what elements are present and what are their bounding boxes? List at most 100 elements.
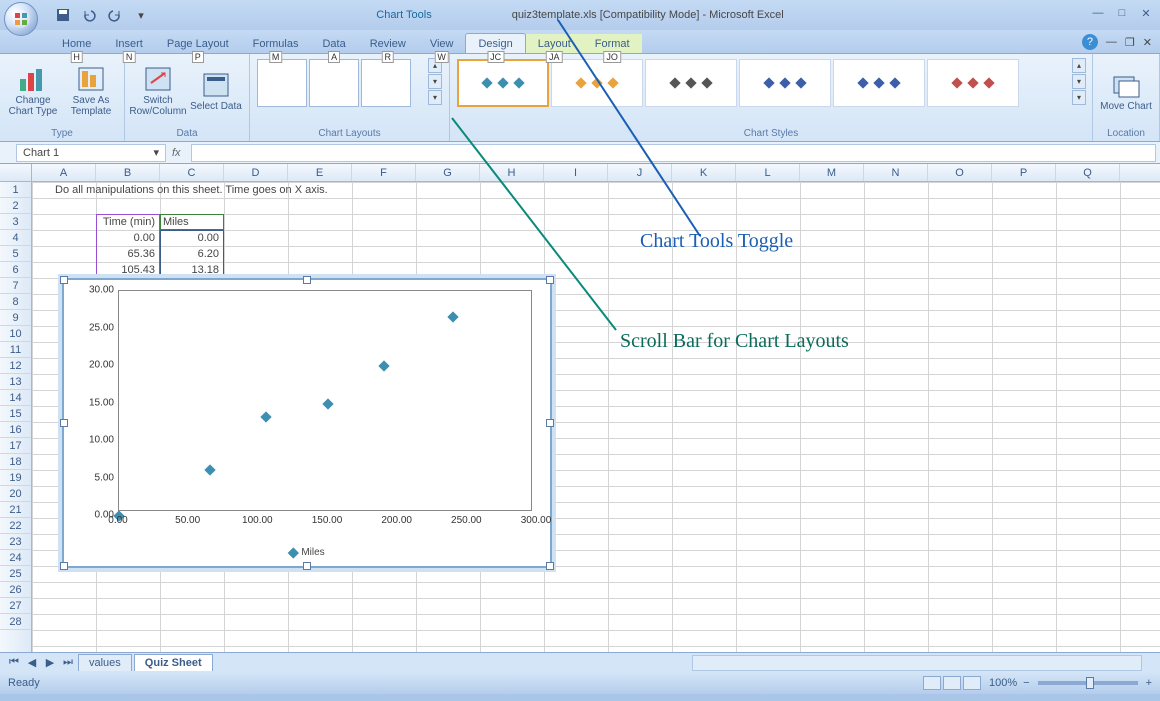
cell-c3[interactable]: Miles [160, 214, 222, 230]
tab-review[interactable]: ReviewR [358, 34, 418, 53]
rowhdr-5[interactable]: 5 [0, 246, 31, 262]
help-icon[interactable]: ? [1082, 34, 1098, 50]
cells-area[interactable]: Do all manipulations on this sheet. Time… [32, 182, 1160, 652]
chevron-down-icon[interactable]: ▾ [153, 146, 159, 159]
data-point[interactable] [204, 464, 215, 475]
select-all-button[interactable] [0, 164, 32, 181]
rowhdr-25[interactable]: 25 [0, 566, 31, 582]
colhdr-K[interactable]: K [672, 164, 736, 181]
chart-style-1[interactable] [457, 59, 549, 107]
workbook-restore-button[interactable]: ❐ [1125, 36, 1135, 49]
rowhdr-13[interactable]: 13 [0, 374, 31, 390]
styles-scroll-down-icon[interactable]: ▾ [1072, 74, 1086, 89]
rowhdr-14[interactable]: 14 [0, 390, 31, 406]
data-point[interactable] [378, 360, 389, 371]
rowhdr-28[interactable]: 28 [0, 614, 31, 630]
colhdr-M[interactable]: M [800, 164, 864, 181]
styles-scroll-up-icon[interactable]: ▴ [1072, 58, 1086, 73]
zoom-out-button[interactable]: − [1023, 677, 1029, 689]
chart-style-5[interactable] [833, 59, 925, 107]
rowhdr-19[interactable]: 19 [0, 470, 31, 486]
rowhdr-21[interactable]: 21 [0, 502, 31, 518]
tab-format[interactable]: FormatJO [583, 34, 642, 53]
sheet-nav-next-icon[interactable]: ▶ [42, 655, 58, 671]
name-box[interactable]: Chart 1▾ [16, 144, 166, 162]
data-point[interactable] [260, 411, 271, 422]
colhdr-O[interactable]: O [928, 164, 992, 181]
tab-view[interactable]: ViewW [418, 34, 466, 53]
colhdr-F[interactable]: F [352, 164, 416, 181]
view-normal-button[interactable] [923, 676, 941, 690]
data-point[interactable] [322, 398, 333, 409]
colhdr-J[interactable]: J [608, 164, 672, 181]
cell-b6[interactable]: 105.43 [96, 262, 158, 278]
tab-page-layout[interactable]: Page LayoutP [155, 34, 241, 53]
colhdr-P[interactable]: P [992, 164, 1056, 181]
scroll-down-icon[interactable]: ▾ [428, 74, 442, 89]
change-chart-type-button[interactable]: Change Chart Type [6, 58, 60, 124]
select-data-button[interactable]: Select Data [189, 58, 243, 124]
zoom-level[interactable]: 100% [989, 677, 1017, 689]
rowhdr-11[interactable]: 11 [0, 342, 31, 358]
styles-scroll-more-icon[interactable]: ▾ [1072, 90, 1086, 105]
cell-b5[interactable]: 65.36 [96, 246, 158, 262]
cell-b4[interactable]: 0.00 [96, 230, 158, 246]
office-button[interactable] [4, 2, 38, 36]
colhdr-C[interactable]: C [160, 164, 224, 181]
rowhdr-17[interactable]: 17 [0, 438, 31, 454]
colhdr-L[interactable]: L [736, 164, 800, 181]
colhdr-A[interactable]: A [32, 164, 96, 181]
colhdr-B[interactable]: B [96, 164, 160, 181]
move-chart-button[interactable]: Move Chart [1099, 58, 1153, 124]
rowhdr-9[interactable]: 9 [0, 310, 31, 326]
save-icon[interactable] [52, 4, 74, 26]
rowhdr-6[interactable]: 6 [0, 262, 31, 278]
redo-icon[interactable] [104, 4, 126, 26]
tab-design[interactable]: DesignJC [465, 33, 525, 53]
rowhdr-20[interactable]: 20 [0, 486, 31, 502]
formula-input[interactable] [191, 144, 1156, 162]
chart-style-2[interactable] [551, 59, 643, 107]
rowhdr-18[interactable]: 18 [0, 454, 31, 470]
cell-a1[interactable]: Do all manipulations on this sheet. Time… [52, 182, 452, 198]
cell-c6[interactable]: 13.18 [160, 262, 222, 278]
rowhdr-10[interactable]: 10 [0, 326, 31, 342]
save-as-template-button[interactable]: Save As Template [64, 58, 118, 124]
undo-icon[interactable] [78, 4, 100, 26]
rowhdr-16[interactable]: 16 [0, 422, 31, 438]
colhdr-D[interactable]: D [224, 164, 288, 181]
sheet-nav-first-icon[interactable]: ⏮ [6, 655, 22, 671]
plot-area[interactable] [118, 290, 532, 511]
rowhdr-22[interactable]: 22 [0, 518, 31, 534]
rowhdr-27[interactable]: 27 [0, 598, 31, 614]
tab-home[interactable]: HomeH [50, 34, 103, 53]
chart-layout-2[interactable] [309, 59, 359, 107]
chart-styles-scrollbar[interactable]: ▴ ▾ ▾ [1072, 58, 1086, 105]
chart-style-3[interactable] [645, 59, 737, 107]
sheet-nav-last-icon[interactable]: ⏭ [60, 655, 76, 671]
cell-c5[interactable]: 6.20 [160, 246, 222, 262]
sheet-tab-quiz-sheet[interactable]: Quiz Sheet [134, 654, 213, 671]
zoom-slider[interactable] [1038, 681, 1138, 685]
tab-data[interactable]: DataA [310, 34, 357, 53]
chart-layout-1[interactable] [257, 59, 307, 107]
chart-legend[interactable]: Miles [289, 547, 324, 558]
rowhdr-12[interactable]: 12 [0, 358, 31, 374]
workbook-minimize-button[interactable]: — [1106, 36, 1117, 48]
data-point[interactable] [448, 312, 459, 323]
cell-b3[interactable]: Time (min) [96, 214, 158, 230]
colhdr-H[interactable]: H [480, 164, 544, 181]
maximize-button[interactable]: □ [1114, 6, 1130, 20]
horizontal-scrollbar[interactable] [692, 655, 1142, 671]
workbook-close-button[interactable]: ✕ [1143, 36, 1152, 49]
colhdr-I[interactable]: I [544, 164, 608, 181]
worksheet-grid[interactable]: 1234567891011121314151617181920212223242… [0, 182, 1160, 652]
qat-more-icon[interactable]: ▾ [130, 4, 152, 26]
chart-style-6[interactable] [927, 59, 1019, 107]
embedded-chart[interactable]: Miles 0.005.0010.0015.0020.0025.0030.000… [62, 278, 552, 568]
rowhdr-8[interactable]: 8 [0, 294, 31, 310]
rowhdr-1[interactable]: 1 [0, 182, 31, 198]
colhdr-N[interactable]: N [864, 164, 928, 181]
rowhdr-26[interactable]: 26 [0, 582, 31, 598]
rowhdr-7[interactable]: 7 [0, 278, 31, 294]
